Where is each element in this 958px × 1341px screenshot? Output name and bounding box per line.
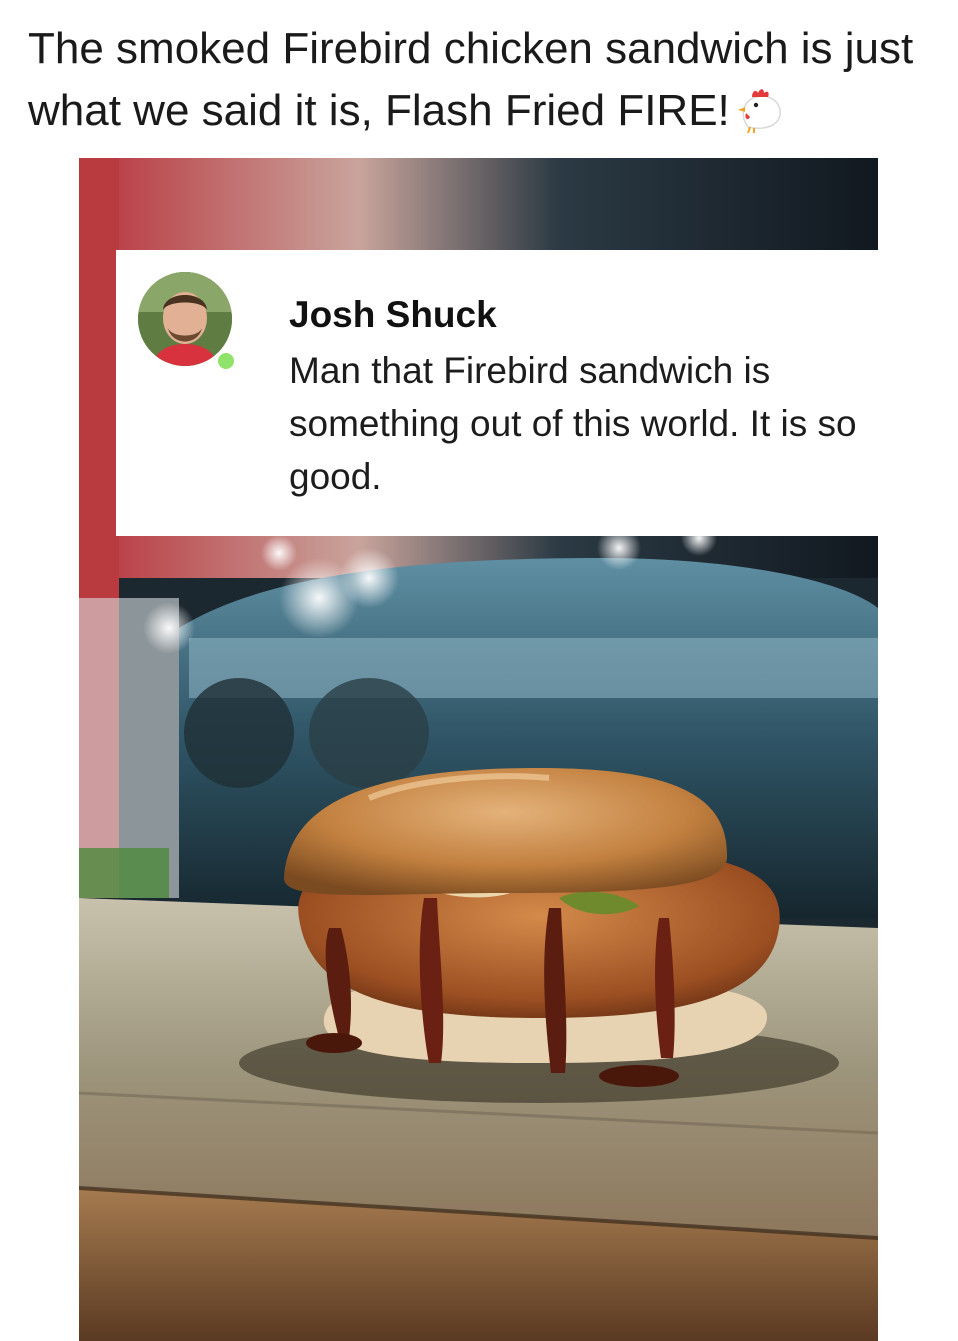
comment-text: Man that Firebird sandwich is something … xyxy=(289,350,857,497)
post-caption: The smoked Firebird chicken sandwich is … xyxy=(28,18,928,142)
comment-card: Josh Shuck Man that Firebird sandwich is… xyxy=(116,250,878,536)
post-screenshot: The smoked Firebird chicken sandwich is … xyxy=(0,0,958,1341)
rooster-icon xyxy=(736,87,788,134)
comment-author[interactable]: Josh Shuck xyxy=(289,294,497,336)
online-status-icon xyxy=(215,350,237,372)
